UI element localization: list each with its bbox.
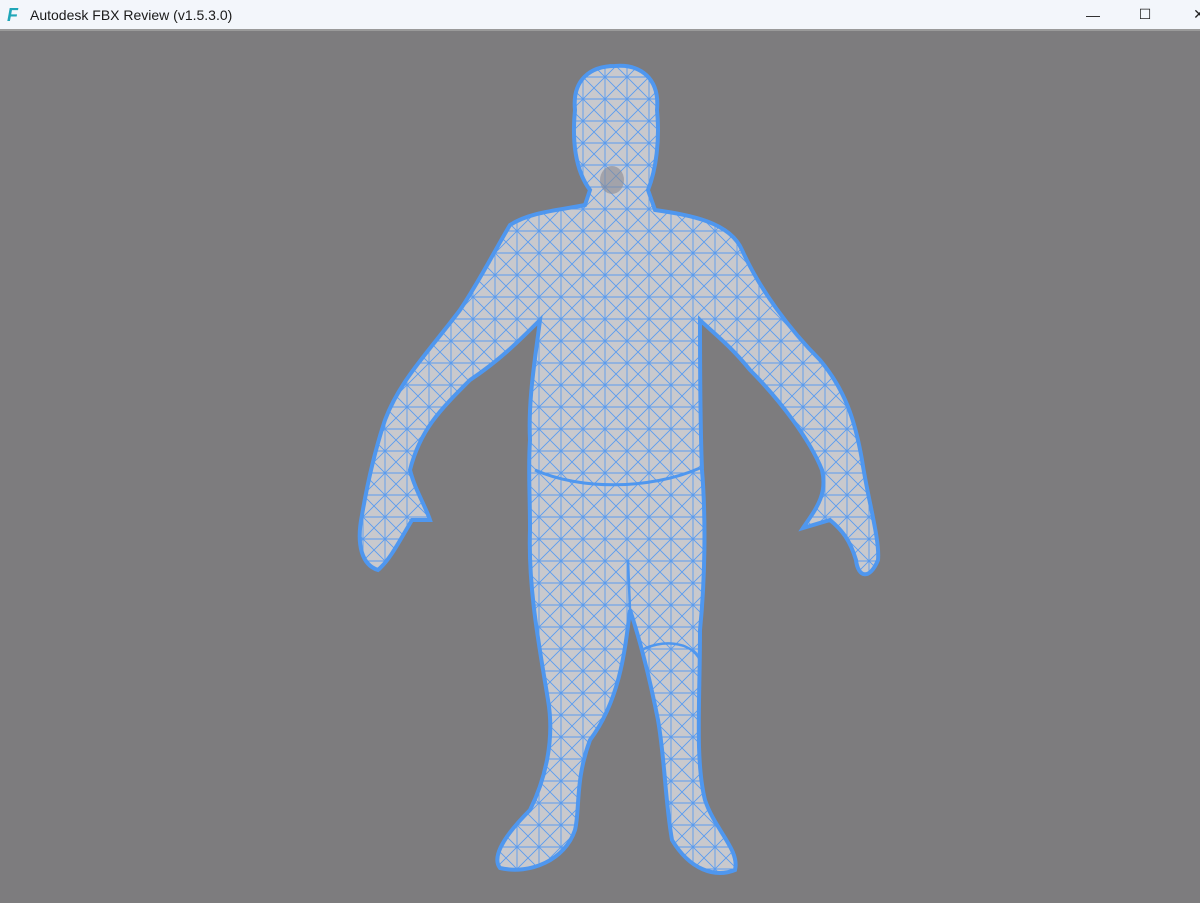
window-title: Autodesk FBX Review (v1.5.3.0)	[30, 6, 233, 23]
fbx-review-logo-icon: F	[7, 4, 18, 25]
maximize-button[interactable]: ☐	[1122, 0, 1168, 29]
mesh-body	[357, 63, 881, 875]
title-bar[interactable]: F Autodesk FBX Review (v1.5.3.0) — ☐ ✕	[0, 0, 1200, 31]
3d-viewport[interactable]	[0, 31, 1200, 903]
minimize-button[interactable]: —	[1070, 0, 1116, 29]
character-mesh	[357, 63, 881, 875]
close-button[interactable]: ✕	[1176, 0, 1200, 29]
